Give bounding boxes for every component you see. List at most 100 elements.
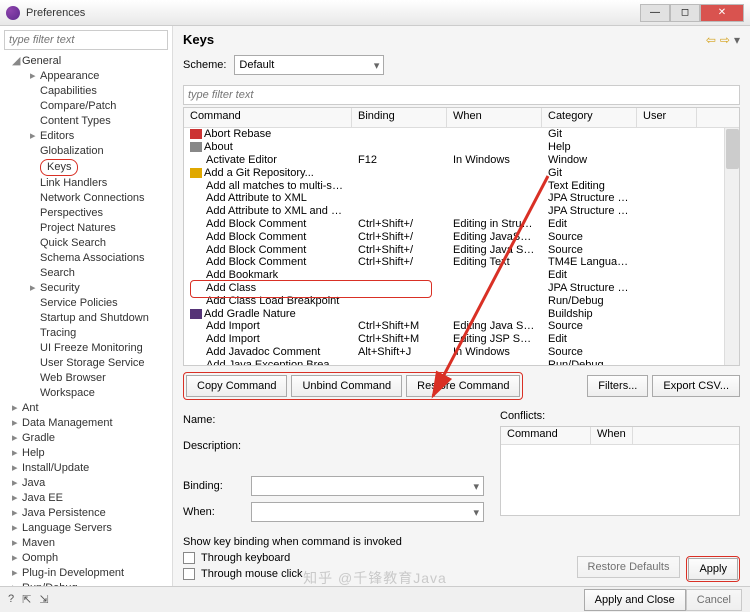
name-label: Name:: [183, 414, 251, 426]
binding-label: Binding:: [183, 480, 251, 492]
tree-item[interactable]: Search: [4, 266, 168, 281]
import-icon[interactable]: ⇱: [22, 593, 31, 606]
tree-item[interactable]: User Storage Service: [4, 356, 168, 371]
tree-item[interactable]: ▸Java Persistence: [4, 506, 168, 521]
tree-item[interactable]: ▸Oomph: [4, 551, 168, 566]
copy-command-button[interactable]: Copy Command: [186, 375, 287, 397]
table-scrollbar[interactable]: [724, 128, 739, 365]
table-row[interactable]: Add Block CommentCtrl+Shift+/Editing Tex…: [184, 256, 739, 269]
page-title: Keys: [183, 32, 706, 47]
forward-icon[interactable]: ⇨: [720, 33, 730, 47]
tree-item[interactable]: Service Policies: [4, 296, 168, 311]
maximize-button[interactable]: [670, 4, 700, 22]
col-when[interactable]: When: [447, 108, 542, 127]
col-command[interactable]: Command: [184, 108, 352, 127]
scheme-label: Scheme:: [183, 59, 226, 71]
table-row[interactable]: Add Javadoc CommentAlt+Shift+JIn Windows…: [184, 346, 739, 359]
tree-item[interactable]: ▸Appearance: [4, 69, 168, 84]
table-row[interactable]: Add Block CommentCtrl+Shift+/Editing Jav…: [184, 230, 739, 243]
tree-item[interactable]: Startup and Shutdown: [4, 311, 168, 326]
tree-item[interactable]: Quick Search: [4, 236, 168, 251]
table-row[interactable]: Activate EditorF12In WindowsWindow: [184, 154, 739, 167]
tree-item[interactable]: Web Browser: [4, 371, 168, 386]
table-row[interactable]: Add ImportCtrl+Shift+MEditing Java Sourc…: [184, 320, 739, 333]
table-row[interactable]: Add Class Load BreakpointRun/Debug: [184, 294, 739, 307]
page-content: Keys ⇦ ⇨ ▾ Scheme: Default▾ Command Bind…: [173, 26, 750, 586]
dialog-bottom-bar: ? ⇱ ⇲ Apply and Close Cancel: [0, 586, 750, 612]
hint-label: Show key binding when command is invoked: [183, 536, 740, 548]
tree-item[interactable]: Compare/Patch: [4, 99, 168, 114]
unbind-command-button[interactable]: Unbind Command: [291, 375, 402, 397]
tree-filter-input[interactable]: [4, 30, 168, 50]
table-row[interactable]: Add Block CommentCtrl+Shift+/Editing Jav…: [184, 243, 739, 256]
menu-icon[interactable]: ▾: [734, 33, 740, 47]
col-user[interactable]: User: [637, 108, 697, 127]
tree-item[interactable]: ▸Run/Debug: [4, 581, 168, 586]
tree-item[interactable]: ▸Gradle: [4, 431, 168, 446]
tree-item[interactable]: ▸Language Servers: [4, 521, 168, 536]
table-row[interactable]: Add Gradle NatureBuildship: [184, 307, 739, 320]
tree-item[interactable]: Schema Associations: [4, 251, 168, 266]
table-row[interactable]: Add Attribute to XMLJPA Structure View: [184, 192, 739, 205]
minimize-button[interactable]: [640, 4, 670, 22]
sidebar: ◢General▸AppearanceCapabilitiesCompare/P…: [0, 26, 173, 586]
table-row[interactable]: Add ClassJPA Structure View: [184, 282, 739, 295]
table-row[interactable]: Add Attribute to XML and Map...JPA Struc…: [184, 205, 739, 218]
col-binding[interactable]: Binding: [352, 108, 447, 127]
tree-item[interactable]: Network Connections: [4, 191, 168, 206]
window-title: Preferences: [26, 7, 640, 19]
tree-item[interactable]: Tracing: [4, 326, 168, 341]
table-row[interactable]: Add Block CommentCtrl+Shift+/Editing in …: [184, 218, 739, 231]
apply-and-close-button[interactable]: Apply and Close: [584, 589, 686, 611]
tree-item[interactable]: UI Freeze Monitoring: [4, 341, 168, 356]
table-row[interactable]: Add BookmarkEdit: [184, 269, 739, 282]
conflicts-table[interactable]: CommandWhen: [500, 426, 740, 516]
help-icon[interactable]: ?: [8, 593, 14, 606]
table-row[interactable]: Add a Git Repository...Git: [184, 166, 739, 179]
export-csv-button[interactable]: Export CSV...: [652, 375, 740, 397]
preference-tree[interactable]: ◢General▸AppearanceCapabilitiesCompare/P…: [4, 54, 168, 586]
keys-table[interactable]: Command Binding When Category User Abort…: [183, 107, 740, 366]
through-keyboard-checkbox[interactable]: [183, 552, 195, 564]
table-row[interactable]: Add all matches to multi-selectionText E…: [184, 179, 739, 192]
restore-defaults-button[interactable]: Restore Defaults: [577, 556, 681, 578]
command-filter-input[interactable]: [183, 85, 740, 105]
tree-item[interactable]: ▸Help: [4, 446, 168, 461]
tree-item[interactable]: ▸Install/Update: [4, 461, 168, 476]
annotation-highlight: Copy Command Unbind Command Restore Comm…: [183, 372, 523, 400]
tree-item[interactable]: ▸Maven: [4, 536, 168, 551]
table-row[interactable]: Abort RebaseGit: [184, 128, 739, 141]
tree-item[interactable]: Perspectives: [4, 206, 168, 221]
tree-item[interactable]: ▸Java EE: [4, 491, 168, 506]
back-icon[interactable]: ⇦: [706, 33, 716, 47]
table-row[interactable]: Add ImportCtrl+Shift+MEditing JSP Source…: [184, 333, 739, 346]
title-bar: Preferences: [0, 0, 750, 26]
table-row[interactable]: Add Java Exception BreakpointRun/Debug: [184, 358, 739, 366]
apply-button[interactable]: Apply: [688, 558, 738, 580]
tree-item[interactable]: ▸Security: [4, 281, 168, 296]
tree-item[interactable]: Content Types: [4, 114, 168, 129]
tree-item[interactable]: Project Natures: [4, 221, 168, 236]
tree-item[interactable]: Workspace: [4, 386, 168, 401]
export-icon[interactable]: ⇲: [39, 593, 48, 606]
restore-command-button[interactable]: Restore Command: [406, 375, 520, 397]
through-mouse-checkbox[interactable]: [183, 568, 195, 580]
close-button[interactable]: [700, 4, 744, 22]
filters-button[interactable]: Filters...: [587, 375, 648, 397]
cancel-button[interactable]: Cancel: [686, 589, 742, 611]
when-select[interactable]: ▾: [251, 502, 484, 522]
binding-field[interactable]: ▾: [251, 476, 484, 496]
table-row[interactable]: AboutHelp: [184, 141, 739, 154]
tree-item[interactable]: ▸Plug-in Development: [4, 566, 168, 581]
scheme-select[interactable]: Default▾: [234, 55, 384, 75]
col-category[interactable]: Category: [542, 108, 637, 127]
tree-item[interactable]: ◢General: [4, 54, 168, 69]
tree-item[interactable]: Keys: [4, 159, 168, 176]
tree-item[interactable]: ▸Java: [4, 476, 168, 491]
tree-item[interactable]: ▸Ant: [4, 401, 168, 416]
tree-item[interactable]: ▸Editors: [4, 129, 168, 144]
tree-item[interactable]: Globalization: [4, 144, 168, 159]
tree-item[interactable]: Capabilities: [4, 84, 168, 99]
tree-item[interactable]: Link Handlers: [4, 176, 168, 191]
tree-item[interactable]: ▸Data Management: [4, 416, 168, 431]
